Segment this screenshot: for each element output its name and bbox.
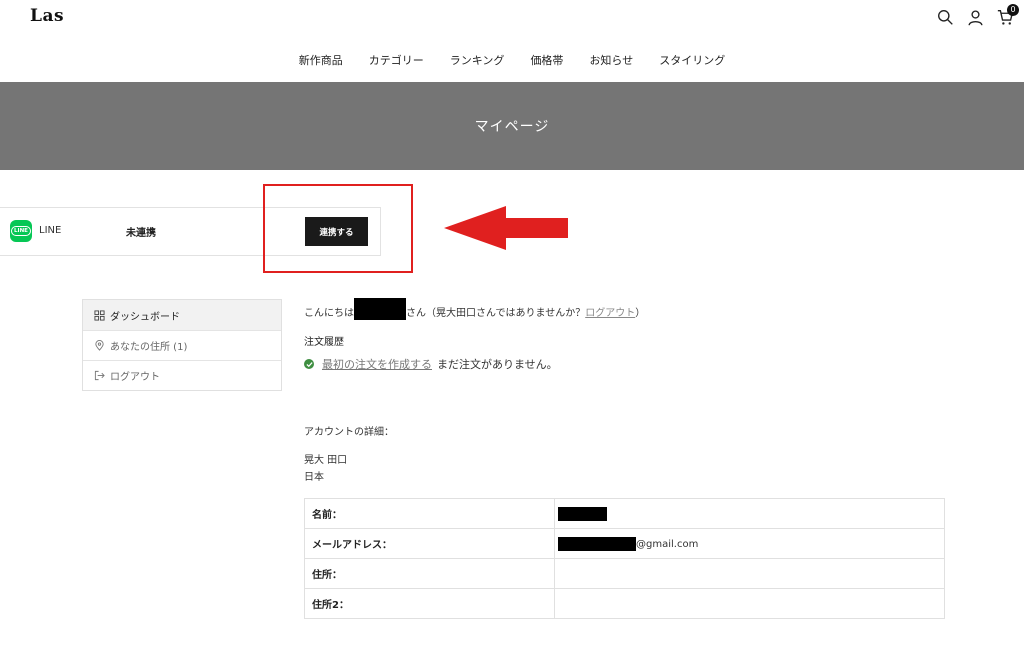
page-banner: マイページ	[0, 82, 1024, 170]
page-title: マイページ	[474, 119, 550, 135]
detail-label: メールアドレス：	[304, 528, 555, 559]
sidebar-item-label: あなたの住所 (1)	[110, 342, 188, 353]
grid-icon	[94, 309, 105, 321]
table-row: メールアドレス： @gmail.com	[304, 528, 945, 559]
nav-item-ranking[interactable]: ランキング	[437, 52, 518, 68]
detail-label: 名前：	[304, 498, 555, 529]
annotation-arrow-icon	[444, 206, 568, 250]
cart-count-badge: 0	[1007, 4, 1019, 16]
account-sidebar: ダッシュボード あなたの住所 (1) ログアウト	[82, 299, 282, 391]
redacted-email	[558, 536, 636, 551]
nav-item-styling[interactable]: スタイリング	[646, 52, 738, 68]
account-details-table: 名前： メールアドレス： @gmail.com 住所： 住所2：	[304, 498, 945, 619]
location-pin-icon	[95, 340, 104, 351]
sidebar-item-dashboard[interactable]: ダッシュボード	[83, 300, 281, 330]
sidebar-item-logout[interactable]: ログアウト	[83, 360, 281, 390]
search-icon[interactable]	[937, 9, 954, 26]
annotation-highlight-box	[263, 184, 413, 273]
redacted-name	[558, 506, 607, 521]
account-full-name: 晃大 田口	[304, 455, 348, 466]
greeting-logout-link[interactable]: ログアウト	[585, 304, 635, 319]
create-first-order-link[interactable]: 最初の注文を作成する	[322, 356, 432, 372]
orders-notice: 最初の注文を作成する まだ注文がありません。	[304, 356, 558, 372]
table-row: 住所：	[304, 558, 945, 589]
detail-value	[554, 498, 945, 529]
line-status: 未連携	[126, 228, 156, 239]
table-row: 住所2：	[304, 588, 945, 619]
detail-label: 住所2：	[304, 588, 555, 619]
redacted-username	[354, 298, 406, 320]
nav-item-price[interactable]: 価格帯	[517, 52, 576, 68]
detail-value	[554, 588, 945, 619]
orders-heading: 注文履歴	[304, 337, 344, 348]
user-icon[interactable]	[967, 9, 984, 26]
no-orders-text: まだ注文がありません。	[437, 358, 558, 371]
detail-value	[554, 558, 945, 589]
check-icon	[304, 359, 314, 369]
account-country: 日本	[304, 472, 324, 483]
account-details-heading: アカウントの詳細：	[304, 427, 394, 438]
detail-value: @gmail.com	[554, 528, 945, 559]
sidebar-item-label: ログアウト	[110, 372, 160, 383]
header-icons: 0	[937, 4, 1019, 26]
sidebar-item-addresses[interactable]: あなたの住所 (1)	[83, 330, 281, 360]
cart-icon[interactable]: 0	[997, 4, 1019, 26]
nav-item-news[interactable]: お知らせ	[576, 52, 646, 68]
detail-label: 住所：	[304, 558, 555, 589]
sidebar-item-label: ダッシュボード	[110, 311, 180, 323]
line-logo-icon: LINE	[10, 220, 32, 242]
nav-item-category[interactable]: カテゴリー	[356, 52, 437, 68]
greeting-text: こんにちは さん（晃大田口さんではありませんか？ ログアウト ）	[304, 298, 645, 320]
logout-icon	[94, 370, 105, 381]
line-label: LINE	[39, 225, 62, 236]
main-nav: 新作商品 カテゴリー ランキング 価格帯 お知らせ スタイリング	[0, 52, 1024, 68]
site-logo[interactable]: Las	[30, 6, 64, 26]
table-row: 名前：	[304, 498, 945, 529]
nav-item-new[interactable]: 新作商品	[286, 52, 356, 68]
